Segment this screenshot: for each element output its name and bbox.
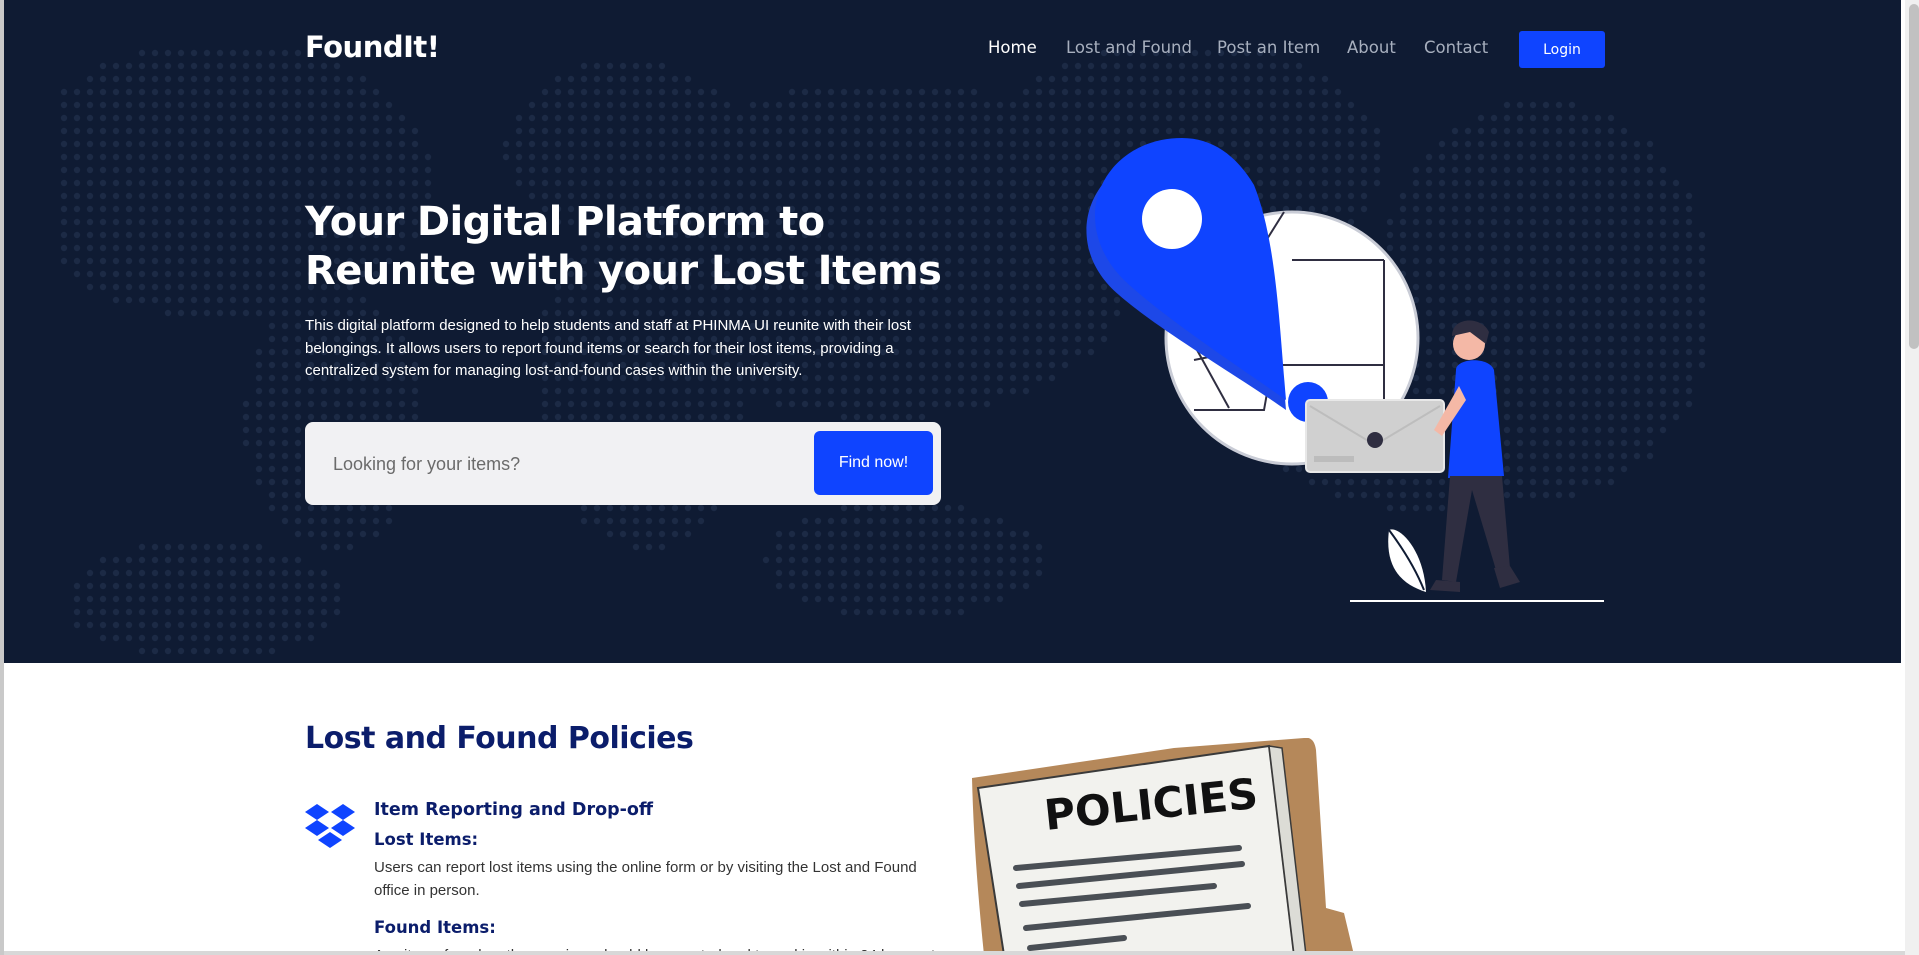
login-button[interactable]: Login [1519,31,1605,68]
location-pin-illustration [1086,138,1604,602]
nav-post-an-item[interactable]: Post an Item [1217,38,1320,57]
policy-heading: Item Reporting and Drop-off [374,800,654,820]
nav-about[interactable]: About [1347,38,1396,57]
brand-logo[interactable]: FoundIt! [305,30,440,64]
hero-title-line1: Your Digital Platform to [305,199,825,245]
pin-hole [1142,189,1202,249]
nav-lost-and-found[interactable]: Lost and Found [1066,38,1192,57]
vertical-scrollbar[interactable] [1905,0,1919,955]
nav-contact[interactable]: Contact [1424,38,1488,57]
scroll-thumb[interactable] [1909,4,1919,349]
lost-items-text: Users can report lost items using the on… [374,859,917,899]
search-bar: Find now! [305,422,941,505]
hero-description: This digital platform designed to help s… [305,317,911,379]
policies-title: Lost and Found Policies [305,721,694,756]
find-now-button[interactable]: Find now! [814,431,933,495]
nav-home[interactable]: Home [988,38,1037,57]
lost-items-subheading: Lost Items: [374,830,479,849]
hero-title: Your Digital Platform to Reunite with yo… [305,198,945,296]
hero-title-line2: Reunite with your Lost Items [305,248,942,294]
dropbox-icon [305,804,355,848]
hero-section: FoundIt! Home Lost and Found Post an Ite… [4,0,1901,663]
navbar: FoundIt! Home Lost and Found Post an Ite… [4,0,1901,98]
policies-document-illustration: POLICIES [972,738,1354,955]
page: FoundIt! Home Lost and Found Post an Ite… [0,0,1919,955]
window-bottom-edge [4,951,1905,955]
found-items-subheading: Found Items: [374,918,496,937]
search-input[interactable] [333,442,793,486]
